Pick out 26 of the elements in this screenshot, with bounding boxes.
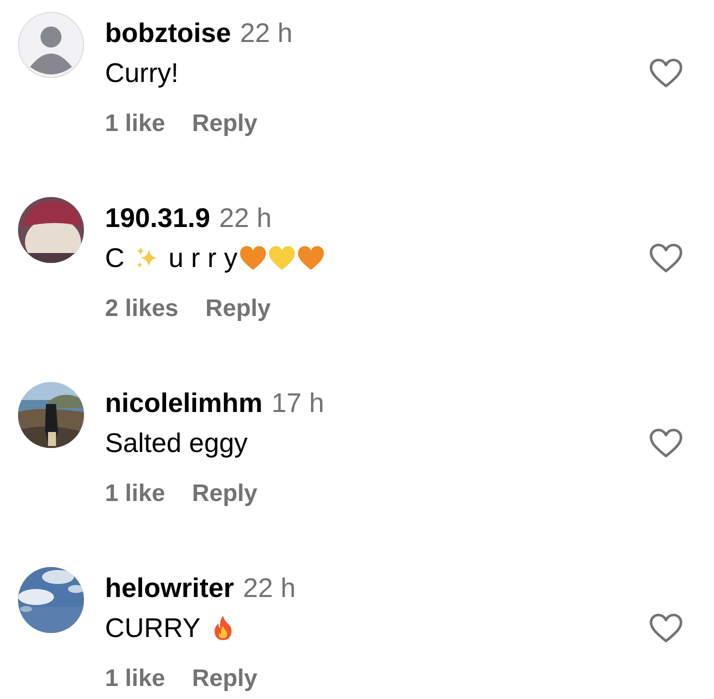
likes-count[interactable]: 1 like bbox=[105, 480, 166, 508]
username[interactable]: helowriter bbox=[105, 572, 234, 604]
avatar-icon[interactable] bbox=[18, 12, 84, 78]
comment-text: Curry! bbox=[105, 58, 178, 88]
comment-text: u r r y bbox=[168, 242, 238, 274]
username[interactable]: 190.31.9 bbox=[105, 202, 210, 234]
username[interactable]: bobztoise bbox=[105, 18, 231, 48]
timestamp: 22 h bbox=[243, 572, 296, 604]
comment-text: CURRY bbox=[105, 612, 201, 644]
reply-button[interactable]: Reply bbox=[192, 110, 258, 138]
comment-text: C bbox=[105, 242, 124, 274]
heart-icon[interactable] bbox=[649, 243, 683, 273]
likes-count[interactable]: 1 like bbox=[105, 110, 166, 138]
heart-icon[interactable] bbox=[649, 428, 683, 458]
timestamp: 22 h bbox=[240, 18, 293, 48]
likes-count[interactable]: 1 like bbox=[105, 665, 166, 693]
likes-count[interactable]: 2 likes bbox=[105, 295, 178, 323]
reply-button[interactable]: Reply bbox=[192, 480, 258, 508]
timestamp: 17 h bbox=[272, 388, 324, 418]
heart-icon[interactable] bbox=[649, 58, 683, 88]
username[interactable]: nicolelimhm bbox=[105, 388, 263, 418]
heart-icon[interactable] bbox=[649, 613, 683, 643]
reply-button[interactable]: Reply bbox=[205, 295, 271, 323]
comment-text: Salted eggy bbox=[105, 428, 248, 458]
reply-button[interactable]: Reply bbox=[192, 665, 258, 693]
timestamp: 22 h bbox=[219, 202, 272, 234]
